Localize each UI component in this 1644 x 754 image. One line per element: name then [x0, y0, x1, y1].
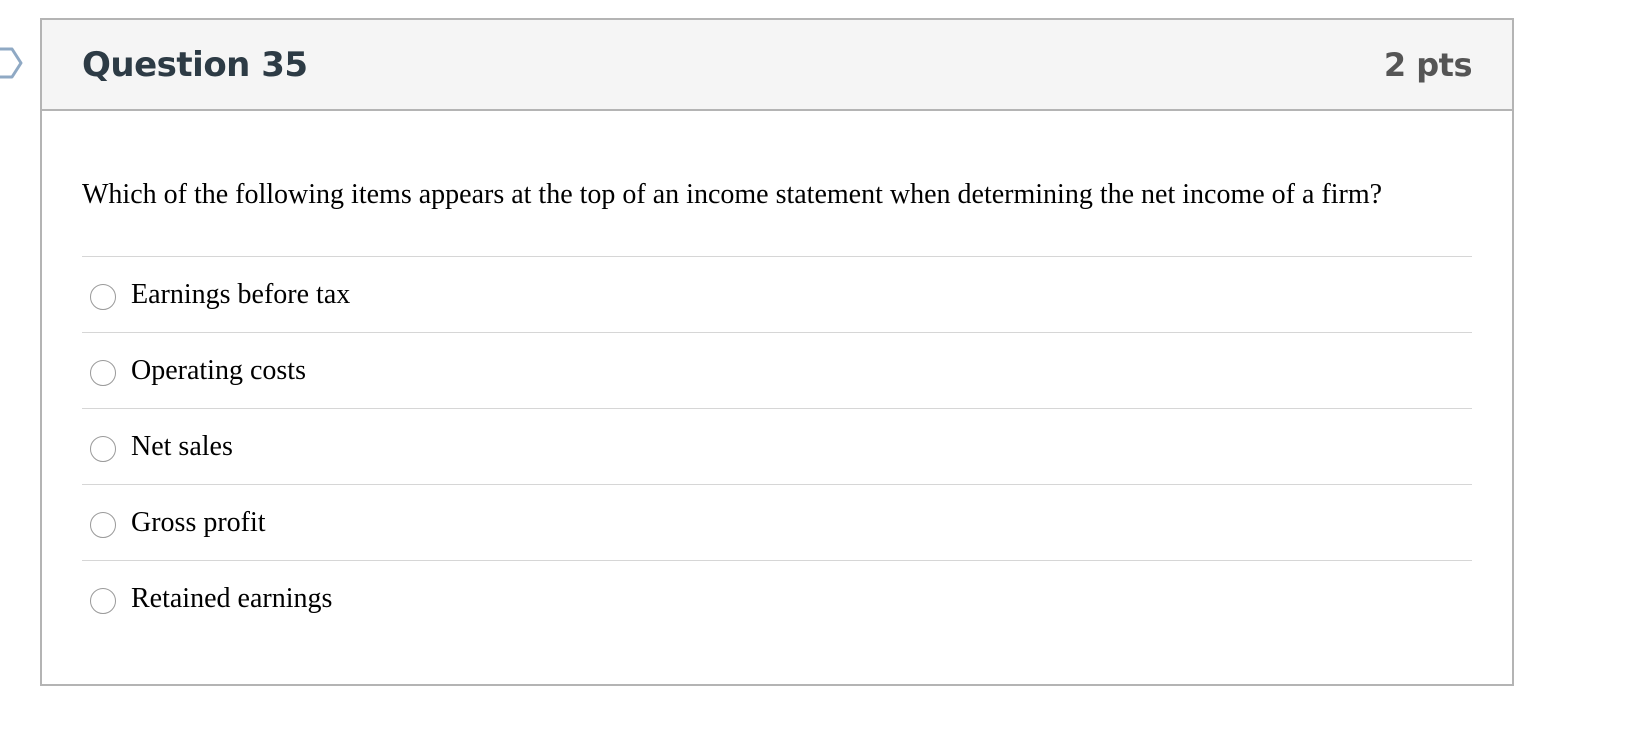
- radio-button[interactable]: [90, 283, 116, 310]
- question-card: Question 35 2 pts Which of the following…: [40, 18, 1514, 686]
- answer-option[interactable]: Net sales: [82, 408, 1472, 484]
- radio-button[interactable]: [90, 511, 116, 538]
- answer-label: Net sales: [131, 430, 233, 462]
- answer-label: Earnings before tax: [131, 278, 351, 310]
- question-text: Which of the following items appears at …: [82, 179, 1383, 210]
- radio-button[interactable]: [90, 359, 116, 386]
- radio-button[interactable]: [90, 435, 116, 462]
- flag-question-icon[interactable]: [0, 44, 24, 82]
- question-body: Which of the following items appears at …: [42, 111, 1512, 636]
- answer-label: Gross profit: [131, 506, 266, 538]
- answer-label: Operating costs: [131, 354, 306, 386]
- question-header: Question 35 2 pts: [42, 20, 1512, 111]
- answer-option[interactable]: Operating costs: [82, 332, 1472, 408]
- answer-list: Earnings before tax Operating costs Net …: [82, 256, 1472, 636]
- question-points: 2 pts: [1383, 45, 1473, 84]
- answer-option[interactable]: Earnings before tax: [82, 256, 1472, 332]
- answer-option[interactable]: Retained earnings: [82, 560, 1472, 636]
- radio-button[interactable]: [90, 587, 116, 614]
- answer-label: Retained earnings: [131, 582, 333, 614]
- question-title: Question 35: [82, 44, 308, 85]
- answer-option[interactable]: Gross profit: [82, 484, 1472, 560]
